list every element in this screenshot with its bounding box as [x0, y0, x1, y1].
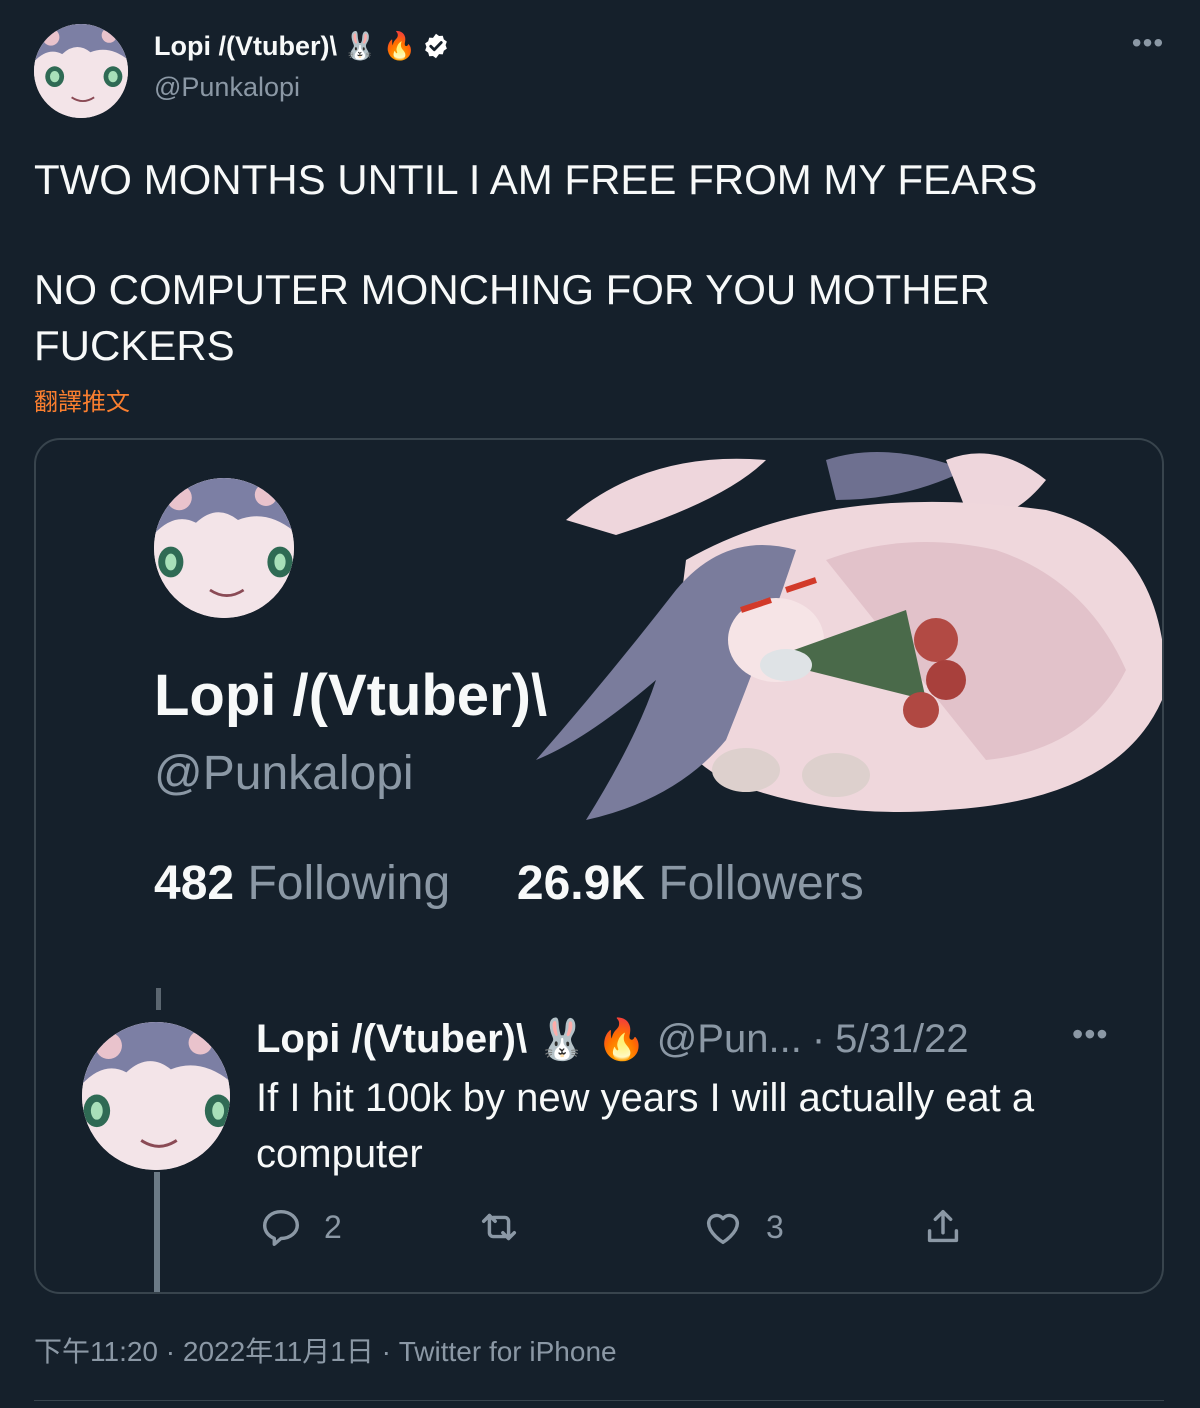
reply-header: Lopi /(Vtuber)\ 🐰 🔥 @Pun... · 5/31/22	[256, 1016, 969, 1063]
reply-text: If I hit 100k by new years I will actual…	[256, 1076, 1035, 1176]
meta-separator: ·	[165, 1336, 176, 1367]
reply-date: 5/31/22	[835, 1017, 969, 1061]
bunny-girl-sticker	[526, 440, 1162, 830]
profile-handle: @Punkalopi	[154, 747, 414, 800]
like-action: 3	[700, 1204, 784, 1250]
like-count: 3	[766, 1208, 784, 1245]
verified-badge-icon[interactable]	[422, 32, 450, 60]
tweet-text-line: NO COMPUTER MONCHING FOR YOU MOTHER	[34, 266, 990, 313]
follow-stats: 482 Following 26.9K Followers	[154, 856, 864, 911]
tweet-text-line: TWO MONTHS UNTIL I AM FREE FROM MY FEARS	[34, 156, 1038, 203]
share-action	[920, 1204, 966, 1250]
tweet-date[interactable]: 2022年11月1日	[183, 1336, 374, 1367]
more-icon: •••	[1072, 1016, 1109, 1052]
more-icon[interactable]: •••	[1128, 28, 1168, 58]
tweet-media-image[interactable]: Lopi /(Vtuber)\ @Punkalopi 482 Following…	[34, 438, 1164, 1294]
fire-icon: 🔥	[596, 1018, 647, 1062]
tweet-text-line: FUCKERS	[34, 322, 235, 369]
followers-count: 26.9K	[516, 857, 645, 910]
reply-author-handle: @Pun...	[656, 1017, 802, 1061]
reply-icon	[262, 1209, 300, 1246]
thread-connector	[154, 1172, 160, 1292]
thread-connector	[156, 988, 161, 1010]
tweet-time[interactable]: 下午11:20	[34, 1336, 158, 1367]
share-icon	[927, 1209, 959, 1243]
profile-name: Lopi /(Vtuber)\	[154, 663, 548, 728]
rabbit-face-icon: 🐰	[537, 1018, 587, 1062]
meta-separator: ·	[381, 1336, 391, 1367]
translate-tweet-link[interactable]: 翻譯推文	[34, 382, 130, 417]
avatar-art	[34, 24, 128, 118]
following-label: Following	[247, 857, 451, 910]
author-handle[interactable]: @Punkalopi	[154, 72, 300, 103]
reply-count: 2	[324, 1208, 342, 1245]
retweet-action	[476, 1204, 522, 1250]
author-name-row[interactable]: Lopi /(Vtuber)\ 🐰 🔥	[154, 30, 450, 62]
following-count: 482	[154, 857, 235, 910]
reply-action: 2	[258, 1204, 342, 1250]
author-avatar[interactable]	[34, 24, 128, 118]
reply-separator: ·	[811, 1017, 826, 1061]
fire-icon: 🔥	[382, 31, 417, 61]
rabbit-face-icon: 🐰	[342, 31, 377, 61]
reply-avatar	[82, 1022, 230, 1170]
author-name[interactable]: Lopi /(Vtuber)\	[154, 31, 337, 62]
tweet-source[interactable]: Twitter for iPhone	[399, 1336, 617, 1367]
tweet-meta: 下午11:20 · 2022年11月1日 · Twitter for iPhon…	[34, 1330, 617, 1370]
followers-label: Followers	[658, 857, 864, 910]
divider	[34, 1400, 1164, 1401]
heart-icon	[706, 1213, 740, 1245]
retweet-icon	[481, 1213, 517, 1241]
reply-author-name: Lopi /(Vtuber)\	[256, 1017, 528, 1061]
profile-avatar	[154, 478, 294, 618]
